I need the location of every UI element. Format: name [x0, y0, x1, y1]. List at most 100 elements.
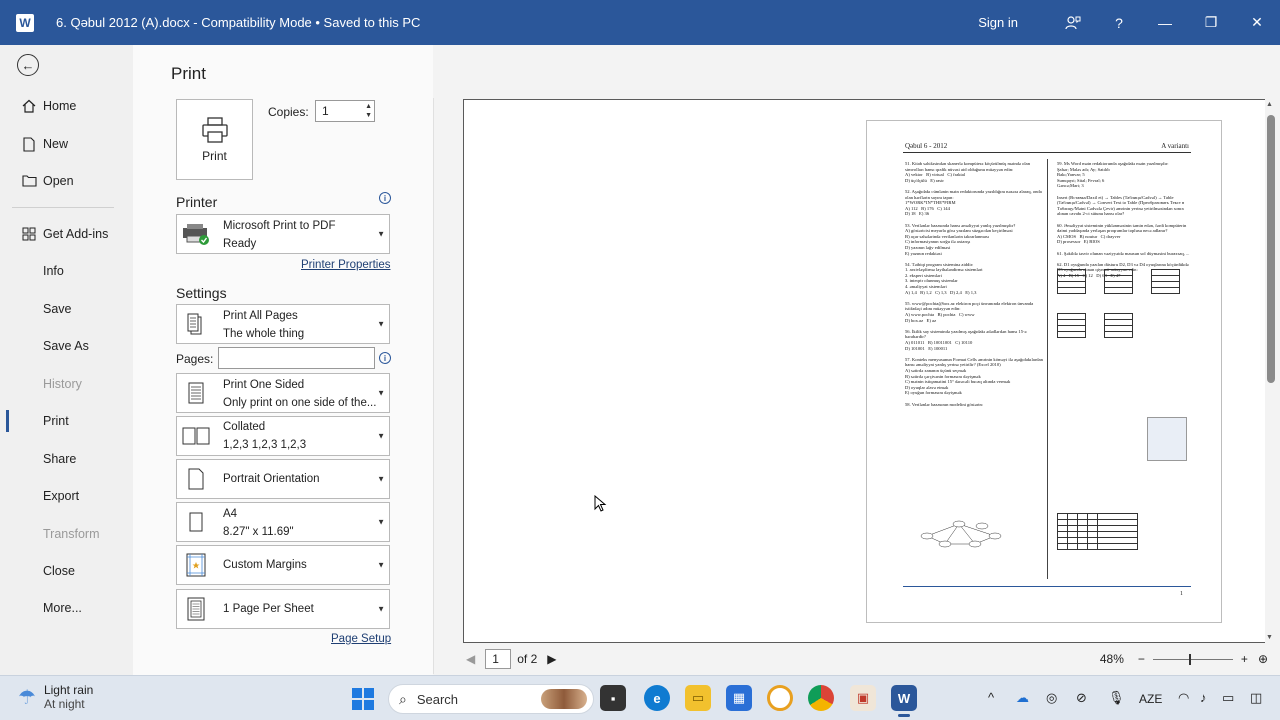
- home-icon: [19, 99, 39, 113]
- pages-per-sheet-dropdown[interactable]: 1 Page Per Sheet ▼: [176, 589, 390, 629]
- copies-input[interactable]: 1 ▲ ▼: [315, 100, 375, 122]
- printer-properties-link[interactable]: Printer Properties: [301, 259, 390, 271]
- weather-widget[interactable]: ☂ Light rain At night: [18, 683, 93, 711]
- start-button[interactable]: [352, 688, 374, 710]
- panel-divider: [433, 98, 434, 674]
- photos-app-icon[interactable]: ▣: [850, 685, 876, 711]
- word-app-icon: W: [16, 13, 34, 32]
- collation-dropdown[interactable]: Collated 1,2,3 1,2,3 1,2,3 ▼: [176, 416, 390, 456]
- zoom-slider-knob[interactable]: [1188, 653, 1191, 665]
- zoom-in-icon[interactable]: +: [1241, 652, 1248, 666]
- nav-transform: Transform: [43, 527, 100, 541]
- search-highlight-image: [541, 689, 587, 709]
- answer-table-c: [1151, 269, 1180, 294]
- pages-input[interactable]: [218, 347, 375, 369]
- zoom-slider[interactable]: [1152, 653, 1233, 665]
- nav-save[interactable]: Save: [0, 294, 133, 324]
- answer-table-e: [1104, 313, 1133, 338]
- nav-export[interactable]: Export: [0, 481, 133, 511]
- current-page-input[interactable]: 1: [485, 649, 512, 669]
- feedback-icon[interactable]: [1050, 0, 1096, 45]
- close-button[interactable]: ✕: [1234, 0, 1280, 45]
- footer-rule: [903, 586, 1191, 587]
- chevron-down-icon: ▼: [377, 319, 385, 329]
- previous-page-arrow[interactable]: ◀: [466, 652, 475, 666]
- database-model-diagram: [920, 520, 1002, 548]
- print-button[interactable]: Print: [176, 99, 253, 180]
- chevron-down-icon: ▼: [377, 604, 385, 614]
- page-title: Print: [171, 64, 206, 83]
- title-bar: W 6. Qəbul 2012 (A).docx - Compatibility…: [0, 0, 1280, 45]
- orientation-dropdown[interactable]: Portrait Orientation ▼: [176, 459, 390, 499]
- microphone-icon[interactable]: 🎙: [1108, 690, 1125, 706]
- nav-more[interactable]: More...: [0, 593, 133, 623]
- windows-taskbar: ☂ Light rain At night ⌕ Search ▪ e ▭ ▦ ▣…: [0, 675, 1280, 720]
- margins-dropdown[interactable]: Custom Margins ▼: [176, 545, 390, 585]
- excel-table: [1057, 513, 1138, 550]
- help-button[interactable]: ?: [1096, 0, 1142, 45]
- word-taskbar-icon[interactable]: W: [891, 685, 917, 717]
- restore-button[interactable]: ❐: [1188, 0, 1234, 45]
- nav-get-add-ins[interactable]: Get Add-ins: [0, 219, 133, 249]
- column-separator: [1047, 159, 1048, 579]
- volume-icon[interactable]: ♪: [1200, 690, 1207, 705]
- store-icon[interactable]: ▦: [726, 685, 752, 711]
- nav-print[interactable]: Print: [0, 406, 133, 436]
- settings-heading: Settings: [176, 285, 227, 301]
- print-range-dropdown[interactable]: Print All Pages The whole thing ▼: [176, 304, 390, 344]
- page-navigation: ◀ 1 of 2 ▶: [466, 648, 556, 670]
- language-indicator[interactable]: AZE: [1139, 692, 1162, 706]
- onedrive-icon[interactable]: ☁: [1016, 690, 1029, 706]
- nav-share[interactable]: Share: [0, 444, 133, 474]
- new-document-icon: [19, 136, 39, 152]
- tray-overflow-icon[interactable]: ^: [988, 690, 994, 705]
- nav-close[interactable]: Close: [0, 556, 133, 586]
- mouse-cursor-icon: [594, 495, 607, 512]
- sides-dropdown[interactable]: Print One Sided Only print on one side o…: [176, 373, 390, 413]
- wifi-icon[interactable]: ◠: [1178, 690, 1189, 706]
- back-arrow-icon[interactable]: ←: [17, 54, 39, 76]
- scroll-down-arrow[interactable]: ▼: [1266, 634, 1273, 641]
- task-view-icon[interactable]: ▪: [600, 685, 626, 711]
- chevron-down-icon: ▼: [377, 474, 385, 484]
- chrome-browser-icon[interactable]: [808, 685, 834, 711]
- sign-in-link[interactable]: Sign in: [978, 15, 1018, 30]
- defender-icon[interactable]: ◎: [1046, 690, 1057, 706]
- paper-size-dropdown[interactable]: A4 8.27" x 11.69" ▼: [176, 502, 390, 542]
- zoom-percent[interactable]: 48%: [1100, 652, 1124, 666]
- page-setup-link[interactable]: Page Setup: [331, 633, 391, 645]
- next-page-arrow[interactable]: ▶: [547, 652, 556, 666]
- pages-icon: [181, 311, 211, 337]
- app-circle-icon[interactable]: [767, 685, 793, 711]
- nav-new[interactable]: New: [0, 129, 133, 159]
- preview-scrollbar[interactable]: ▲ ▼: [1265, 99, 1277, 643]
- zoom-to-page-icon[interactable]: ⊕: [1258, 652, 1268, 666]
- notification-icon[interactable]: ◫: [1250, 690, 1262, 706]
- network-off-icon[interactable]: ⊘: [1076, 690, 1087, 706]
- file-explorer-icon[interactable]: ▭: [685, 685, 711, 711]
- portrait-icon: [181, 466, 211, 492]
- answer-table-d: [1057, 313, 1086, 338]
- chevron-down-icon: ▼: [377, 431, 385, 441]
- scroll-up-arrow[interactable]: ▲: [1266, 101, 1273, 108]
- nav-info[interactable]: Info: [0, 256, 133, 286]
- preview-page: Qəbul 6 - 2012 A variantı 51. Kitab səhi…: [866, 120, 1222, 623]
- taskbar-search[interactable]: ⌕ Search: [388, 684, 594, 714]
- pages-label: Pages:: [176, 352, 214, 366]
- minimize-button[interactable]: —: [1142, 0, 1188, 45]
- scroll-thumb[interactable]: [1267, 115, 1275, 383]
- nav-save-as[interactable]: Save As: [0, 331, 133, 361]
- battery-icon[interactable]: ▭: [1222, 690, 1234, 706]
- copies-spinner[interactable]: ▲ ▼: [365, 102, 372, 120]
- info-icon[interactable]: i: [379, 352, 391, 364]
- printer-icon: [201, 116, 228, 143]
- printer-dropdown[interactable]: Microsoft Print to PDF Ready ▼: [176, 214, 390, 254]
- nav-home[interactable]: Home: [0, 91, 133, 121]
- nav-open[interactable]: Open: [0, 166, 133, 196]
- edge-browser-icon[interactable]: e: [644, 685, 670, 711]
- one-sided-icon: [181, 380, 211, 406]
- page-header-left: Qəbul 6 - 2012: [905, 142, 948, 150]
- info-icon[interactable]: i: [379, 192, 391, 204]
- preview-left-column: 51. Kitab səhifəsindən skanerlə kompüter…: [905, 161, 1043, 407]
- zoom-out-icon[interactable]: −: [1138, 652, 1145, 666]
